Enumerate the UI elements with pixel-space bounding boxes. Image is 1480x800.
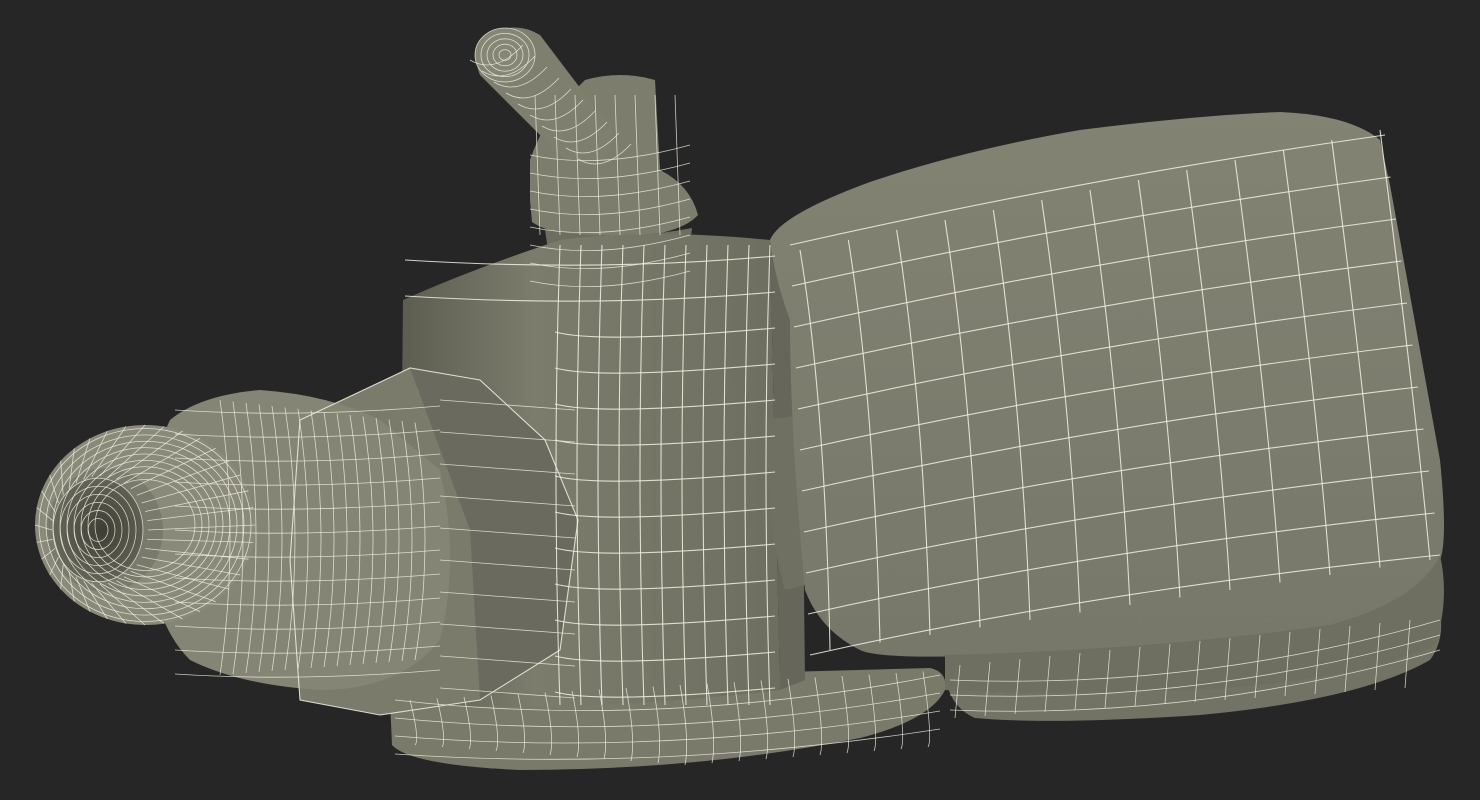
- nozzle-tip: [35, 425, 255, 625]
- valve-stem: [475, 27, 698, 256]
- wireframe-model: [34, 27, 1444, 770]
- viewport: [0, 0, 1480, 800]
- gauge-housing: [770, 112, 1444, 693]
